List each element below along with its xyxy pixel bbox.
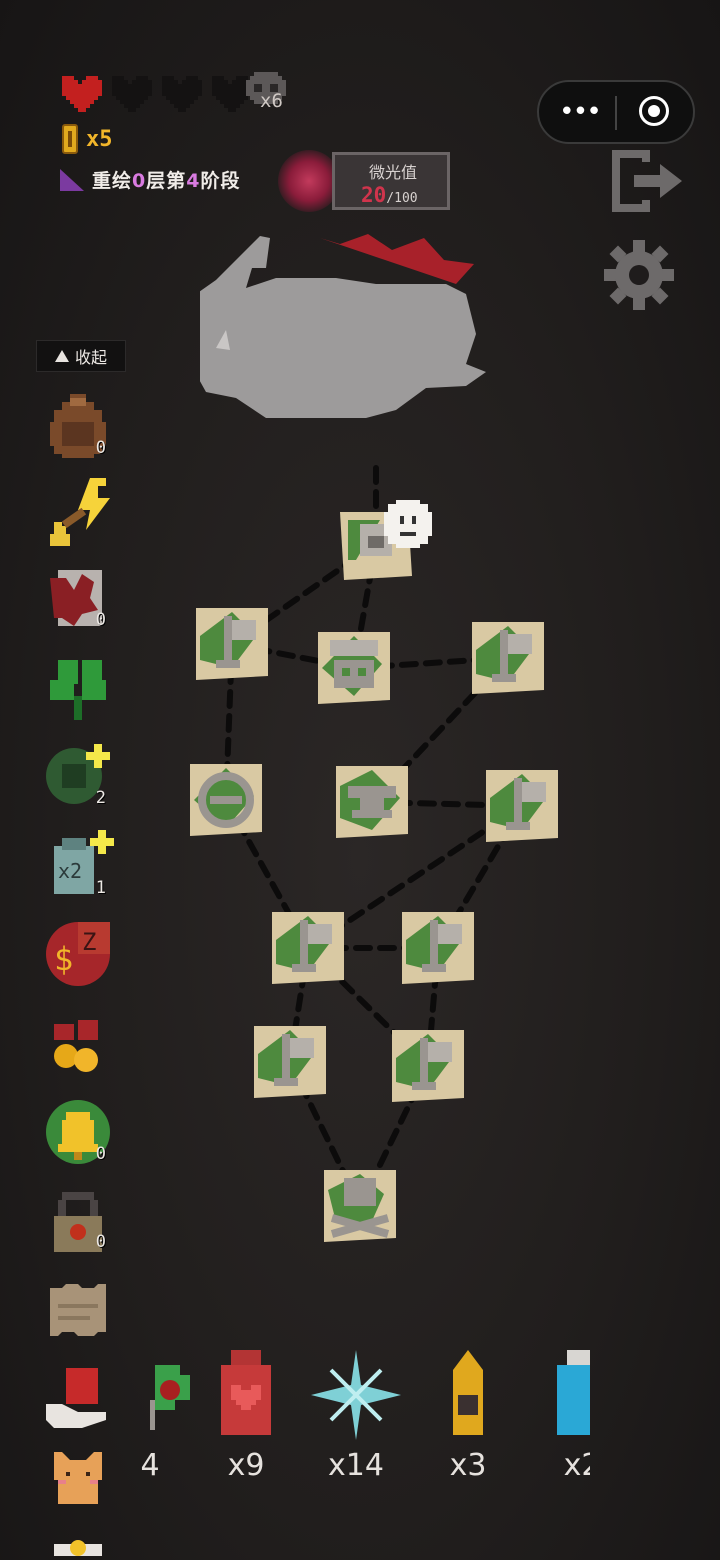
shield-icon: [190, 764, 262, 836]
consumable-count: 4: [140, 1448, 160, 1483]
player-marker: [380, 496, 436, 552]
map-node-monster[interactable]: [314, 628, 394, 708]
map-node-skull[interactable]: [320, 1166, 400, 1246]
map-node-flag[interactable]: [388, 1026, 468, 1106]
flag-icon: [272, 912, 344, 984]
consumable-blue-potion[interactable]: x2: [532, 1350, 590, 1490]
consumable-bullet[interactable]: x3: [418, 1350, 518, 1490]
consumables-bar: 4 x9 x14 x3 x2: [130, 1350, 590, 1490]
player-ghost-icon: [384, 500, 432, 548]
consumable-count: x2: [563, 1448, 590, 1483]
consumable-green-hat[interactable]: 4: [130, 1350, 200, 1490]
map-node-flag[interactable]: [482, 766, 562, 846]
map-node-flag[interactable]: [250, 1022, 330, 1102]
consumable-count: x14: [328, 1448, 384, 1483]
consumable-ice-star[interactable]: x14: [306, 1350, 406, 1490]
bullet-icon: [453, 1350, 483, 1435]
blue-potion-icon: [557, 1350, 590, 1435]
flag-icon: [392, 1030, 464, 1102]
flag-icon: [486, 770, 558, 842]
consumable-heart-potion[interactable]: x9: [196, 1350, 296, 1490]
flag-icon: [402, 912, 474, 984]
consumable-count: x3: [449, 1448, 487, 1483]
flag-icon: [472, 622, 544, 694]
map-node-shield[interactable]: [186, 760, 266, 840]
monster-icon: [318, 632, 390, 704]
heart-potion-icon: [221, 1350, 271, 1435]
map-node-flag[interactable]: [192, 604, 272, 684]
map-node-flag[interactable]: [468, 618, 548, 698]
green-hat-icon: [150, 1365, 190, 1430]
map-node-flag[interactable]: [398, 908, 478, 988]
map-node-flag[interactable]: [268, 908, 348, 988]
ice-star-icon: [311, 1350, 401, 1440]
flag-icon: [196, 608, 268, 680]
map-node-anvil[interactable]: [332, 762, 412, 842]
skull-crossbones-icon: [324, 1170, 396, 1242]
anvil-icon: [336, 766, 408, 838]
consumable-count: x9: [227, 1448, 265, 1483]
flag-icon: [254, 1026, 326, 1098]
